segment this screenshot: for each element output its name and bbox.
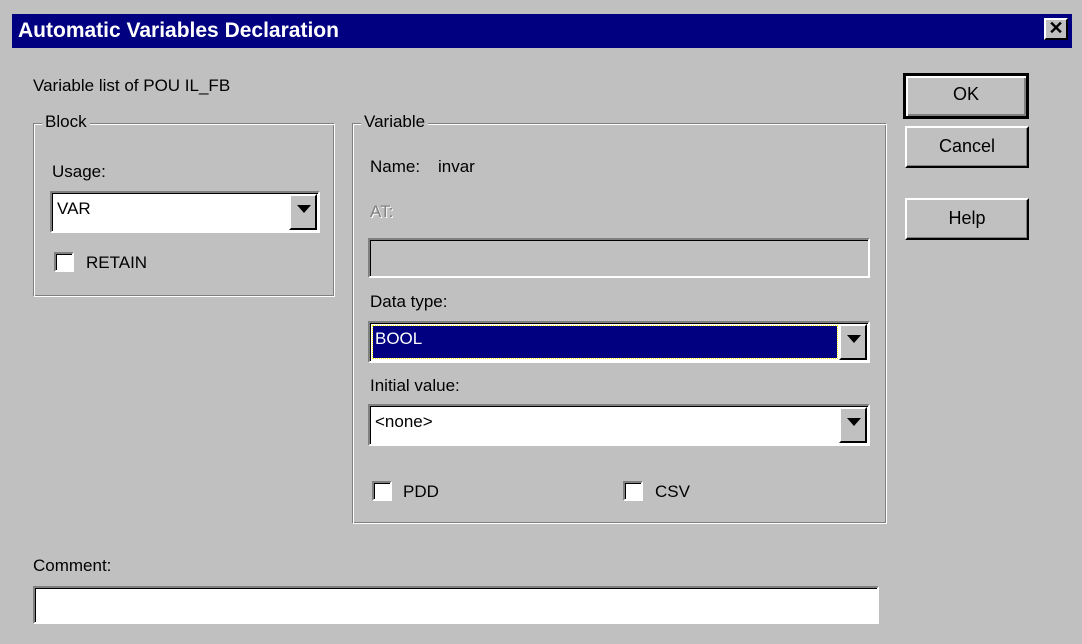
data-type-selection — [372, 325, 838, 359]
name-value: invar — [438, 157, 475, 176]
cancel-button[interactable]: Cancel — [905, 126, 1029, 168]
data-type-value: BOOL — [375, 329, 423, 348]
block-legend: Block — [42, 112, 90, 132]
pou-label: Variable list of POU IL_FB — [33, 76, 230, 96]
initial-value-select[interactable]: <none> — [368, 404, 870, 446]
retain-checkbox[interactable] — [54, 252, 74, 272]
variable-legend: Variable — [361, 112, 429, 132]
pdd-label[interactable]: PDD — [403, 482, 439, 502]
chevron-down-icon[interactable] — [289, 194, 317, 230]
name-label: Name: — [370, 157, 421, 176]
usage-select[interactable]: VAR — [50, 191, 320, 233]
usage-label: Usage: — [52, 162, 106, 181]
help-button[interactable]: Help — [905, 198, 1029, 240]
data-type-label: Data type: — [370, 292, 448, 311]
comment-label: Comment: — [33, 556, 112, 575]
close-button[interactable]: ✕ — [1044, 18, 1068, 40]
initial-value-label: Initial value: — [370, 376, 460, 395]
csv-label[interactable]: CSV — [655, 482, 690, 502]
retain-label[interactable]: RETAIN — [86, 253, 147, 273]
at-input — [368, 238, 870, 278]
ok-button[interactable]: OK — [903, 73, 1029, 119]
initial-value-value: <none> — [375, 412, 433, 431]
pou-label-text: Variable list of POU IL_FB — [33, 76, 231, 95]
chevron-down-icon[interactable] — [839, 407, 867, 443]
pdd-checkbox[interactable] — [372, 481, 392, 501]
title-bar: Automatic Variables Declaration ✕ — [0, 0, 1082, 64]
chevron-down-icon[interactable] — [839, 324, 867, 360]
close-icon: ✕ — [1048, 18, 1064, 38]
at-label: AT: — [370, 202, 394, 221]
csv-checkbox[interactable] — [623, 481, 643, 501]
title-bar-active[interactable]: Automatic Variables Declaration ✕ — [12, 14, 1072, 48]
comment-input[interactable] — [33, 586, 879, 624]
window-title: Automatic Variables Declaration — [18, 19, 339, 42]
data-type-select[interactable]: BOOL — [368, 321, 870, 363]
usage-value: VAR — [57, 199, 91, 218]
